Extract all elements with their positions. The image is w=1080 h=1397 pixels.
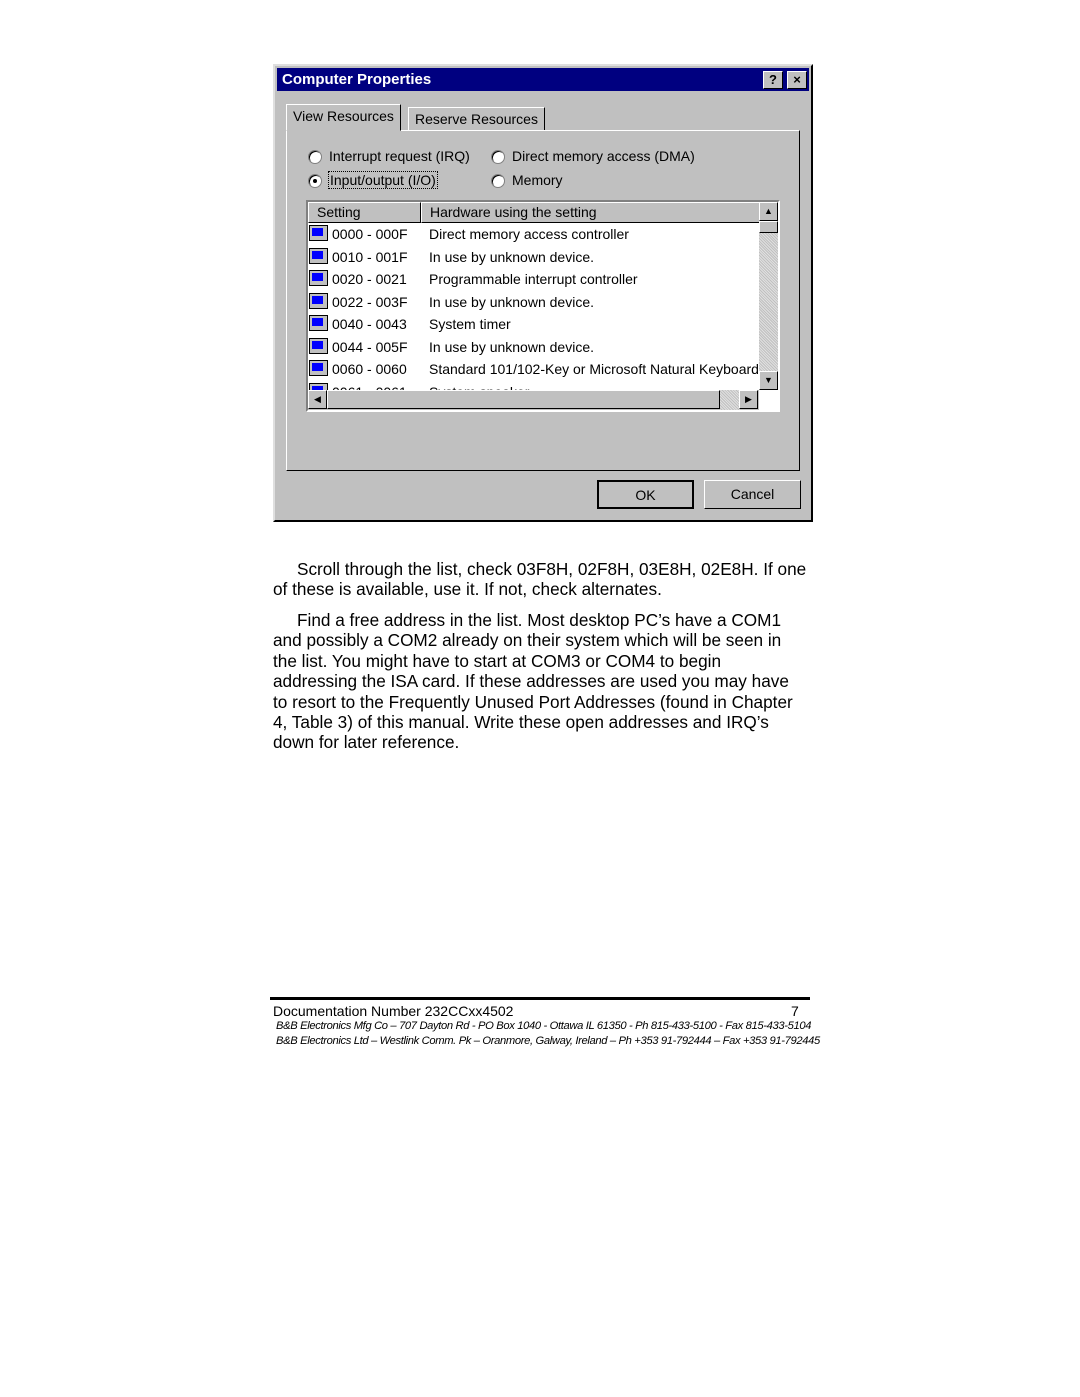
computer-icon — [309, 292, 328, 309]
ok-button[interactable]: OK — [597, 480, 694, 509]
tab-view-resources[interactable]: View Resources — [286, 104, 401, 131]
setting-cell: 0020 - 0021 — [332, 271, 407, 287]
list-row[interactable]: 0010 - 001F In use by unknown device. — [308, 246, 760, 269]
radio-irq[interactable] — [308, 150, 322, 164]
hardware-cell: In use by unknown device. — [429, 248, 594, 265]
radio-memory[interactable] — [491, 174, 505, 188]
computer-properties-dialog: Computer Properties ? × View Resources R… — [273, 64, 813, 522]
list-row[interactable]: 0022 - 003F In use by unknown device. — [308, 291, 760, 314]
paragraph-free-address: Find a free address in the list. Most de… — [273, 610, 793, 753]
setting-cell: 0000 - 000F — [332, 226, 408, 242]
radio-memory-label[interactable]: Memory — [512, 172, 563, 188]
scroll-left-button[interactable]: ◀ — [308, 390, 327, 409]
column-header-setting[interactable]: Setting — [308, 202, 421, 223]
list-row[interactable]: 0060 - 0060 Standard 101/102-Key or Micro… — [308, 358, 760, 381]
list-row[interactable]: 0020 - 0021 Programmable interrupt contro… — [308, 268, 760, 291]
keyboard-icon — [309, 360, 328, 376]
resource-list: Setting Hardware using the setting 0000 … — [306, 200, 780, 412]
setting-cell: 0010 - 001F — [332, 248, 408, 265]
page-number: 7 — [791, 1003, 799, 1019]
doc-number: Documentation Number 232CCxx4502 — [273, 1003, 514, 1019]
hardware-cell: In use by unknown device. — [429, 338, 594, 355]
list-row[interactable]: 0044 - 005F In use by unknown device. — [308, 336, 760, 359]
paragraph-scroll: Scroll through the list, check 03F8H, 02… — [273, 559, 807, 600]
radio-irq-label[interactable]: Interrupt request (IRQ) — [329, 148, 470, 164]
setting-cell: 0044 - 005F — [332, 338, 408, 355]
setting-cell: 0040 - 0043 — [332, 316, 407, 332]
help-icon[interactable]: ? — [763, 71, 783, 89]
computer-icon — [309, 225, 328, 241]
scroll-thumb[interactable] — [759, 221, 778, 233]
title-bar: Computer Properties ? × — [277, 68, 809, 91]
horizontal-track[interactable] — [720, 390, 740, 410]
computer-icon — [309, 315, 328, 331]
radio-io-label[interactable]: Input/output (I/O) — [328, 171, 438, 189]
list-row[interactable]: 0040 - 0043 System timer — [308, 313, 760, 336]
scroll-down-button[interactable]: ▼ — [759, 371, 778, 390]
computer-icon — [309, 247, 328, 264]
hardware-cell: System timer — [429, 316, 511, 332]
hardware-cell: Standard 101/102-Key or Microsoft Natura… — [429, 361, 759, 377]
list-row[interactable]: 0000 - 000F Direct memory access controll… — [308, 223, 760, 246]
setting-cell: 0022 - 003F — [332, 293, 408, 310]
setting-cell: 0060 - 0060 — [332, 361, 407, 377]
horizontal-scroll-thumb[interactable] — [327, 390, 720, 409]
dialog-title: Computer Properties — [282, 71, 432, 88]
footer-rule — [270, 997, 810, 1000]
scroll-right-button[interactable]: ▶ — [739, 390, 758, 409]
footer-address-ireland: B&B Electronics Ltd – Westlink Comm. Pk … — [276, 1035, 820, 1047]
horizontal-scrollbar[interactable]: ◀ ▶ — [308, 390, 759, 410]
computer-icon — [309, 270, 328, 286]
computer-icon — [309, 337, 328, 354]
column-header-hardware[interactable]: Hardware using the setting — [421, 202, 760, 223]
vertical-scrollbar[interactable]: ▲ ▼ — [759, 202, 778, 390]
hardware-cell: Programmable interrupt controller — [429, 271, 638, 287]
cancel-button[interactable]: Cancel — [704, 480, 801, 509]
tab-reserve-resources[interactable]: Reserve Resources — [408, 107, 545, 131]
scroll-up-button[interactable]: ▲ — [759, 202, 778, 221]
footer-address-us: B&B Electronics Mfg Co – 707 Dayton Rd -… — [276, 1020, 812, 1032]
hardware-cell: Direct memory access controller — [429, 226, 629, 242]
radio-dma[interactable] — [491, 150, 505, 164]
radio-dma-label[interactable]: Direct memory access (DMA) — [512, 148, 695, 164]
close-icon[interactable]: × — [787, 71, 807, 89]
radio-io[interactable] — [308, 174, 322, 188]
hardware-cell: In use by unknown device. — [429, 293, 594, 310]
